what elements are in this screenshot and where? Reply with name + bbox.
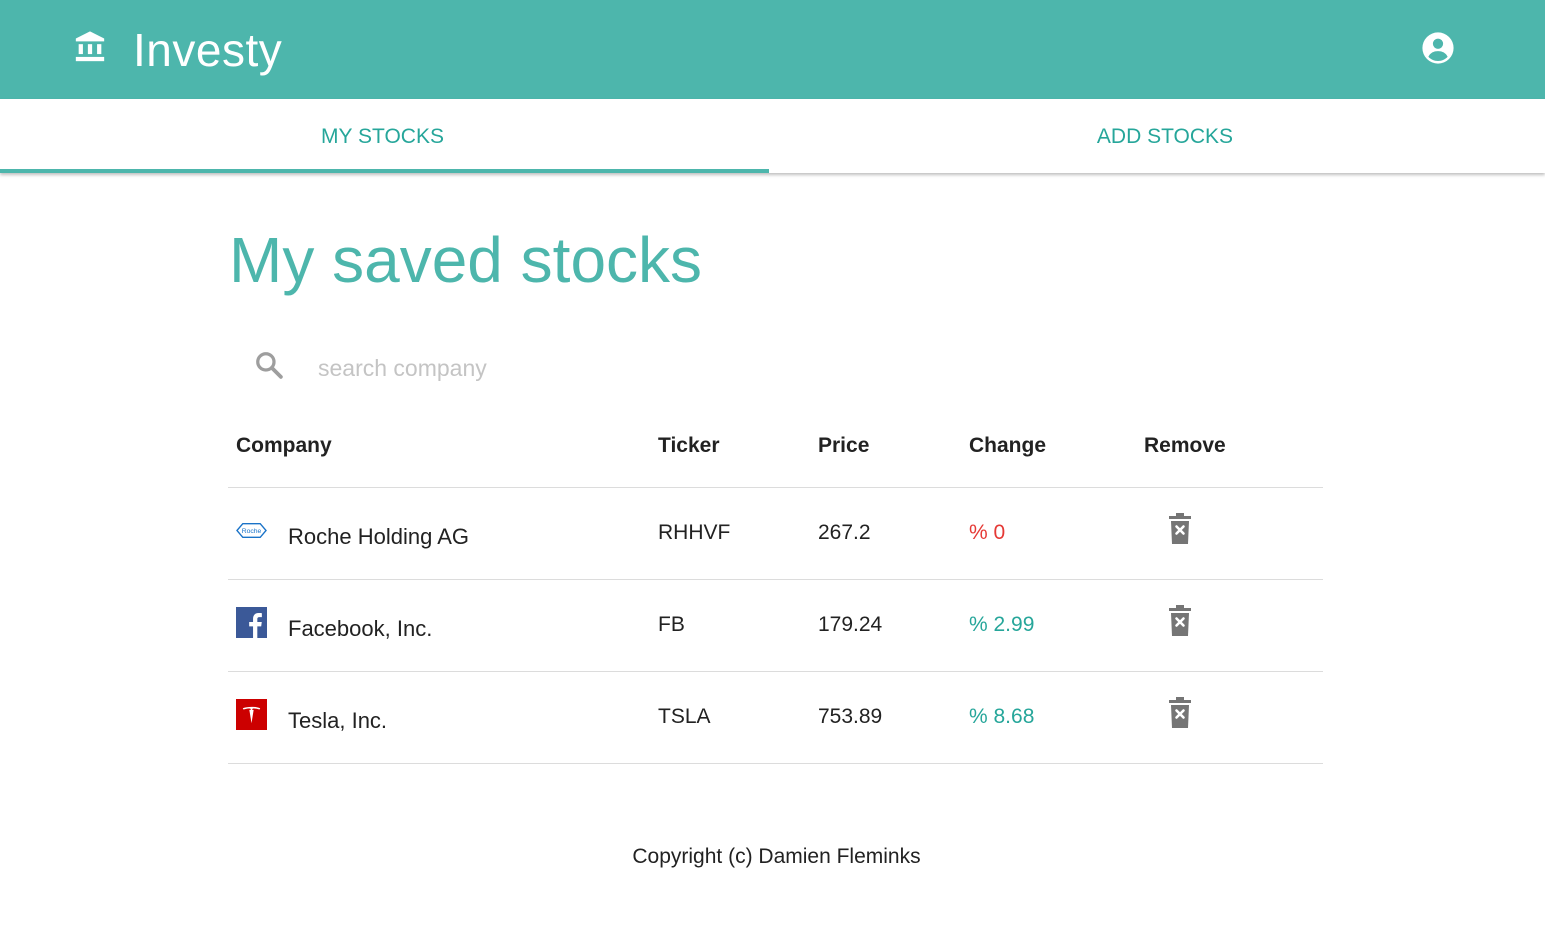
delete-forever-icon[interactable] xyxy=(1168,605,1192,637)
price: 753.89 xyxy=(818,705,883,728)
table-row: Roche Roche Holding AG RHHVF 267.2 % 0 xyxy=(228,488,1323,580)
ticker: RHHVF xyxy=(658,521,731,544)
column-header-change: Change xyxy=(969,434,1047,457)
change: % 8.68 xyxy=(969,705,1035,728)
table-row: Facebook, Inc. FB 179.24 % 2.99 xyxy=(228,580,1323,672)
column-header-remove: Remove xyxy=(1144,434,1226,457)
app-header: Investy xyxy=(0,0,1545,99)
tab-add-stocks[interactable]: ADD STOCKS xyxy=(780,99,1545,173)
delete-forever-icon[interactable] xyxy=(1168,513,1192,545)
account-circle-icon[interactable] xyxy=(1421,31,1455,65)
search-icon xyxy=(256,352,283,379)
search-input[interactable] xyxy=(318,346,1018,390)
table-header: Company Ticker Price Change Remove xyxy=(228,410,1323,488)
company-name: Tesla, Inc. xyxy=(288,708,388,733)
bank-icon xyxy=(75,31,105,62)
tab-my-stocks[interactable]: MY STOCKS xyxy=(0,99,765,173)
svg-text:Roche: Roche xyxy=(242,528,262,535)
company-name: Facebook, Inc. xyxy=(288,616,433,641)
tab-bar: MY STOCKS ADD STOCKS xyxy=(0,99,1545,173)
ticker: FB xyxy=(658,613,685,636)
app-title[interactable]: Investy xyxy=(133,22,282,78)
active-tab-indicator xyxy=(0,169,769,173)
facebook-logo xyxy=(236,607,267,638)
change: % 2.99 xyxy=(969,613,1035,636)
price: 267.2 xyxy=(818,521,871,544)
roche-logo: Roche xyxy=(236,523,267,538)
table-row: Tesla, Inc. TSLA 753.89 % 8.68 xyxy=(228,672,1323,764)
ticker: TSLA xyxy=(658,705,711,728)
stocks-table: Company Ticker Price Change Remove Roche… xyxy=(228,410,1323,764)
delete-forever-icon[interactable] xyxy=(1168,697,1192,729)
column-header-company: Company xyxy=(236,434,332,457)
price: 179.24 xyxy=(818,613,883,636)
company-name: Roche Holding AG xyxy=(288,524,469,549)
footer-copyright: Copyright (c) Damien Fleminks xyxy=(632,845,921,868)
tesla-logo xyxy=(236,699,267,730)
page-title: My saved stocks xyxy=(229,224,703,296)
change: % 0 xyxy=(969,521,1006,544)
column-header-price: Price xyxy=(818,434,870,457)
column-header-ticker: Ticker xyxy=(658,434,720,457)
